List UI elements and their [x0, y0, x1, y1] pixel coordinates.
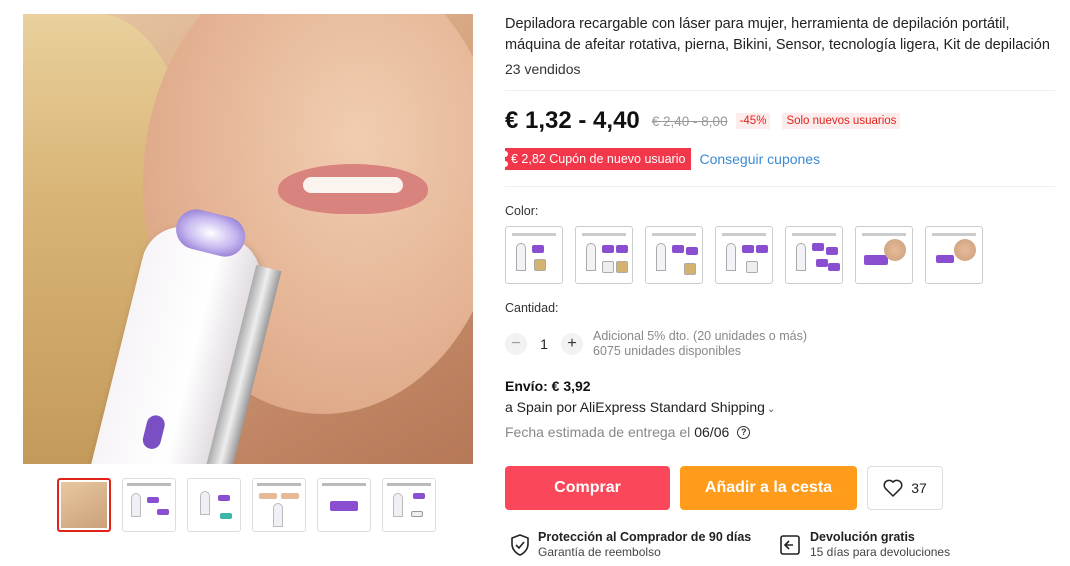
original-price: € 2,40 - 8,00	[651, 113, 728, 129]
chevron-down-icon: ⌄	[766, 404, 776, 415]
thumbnail-2[interactable]	[122, 478, 176, 532]
delivery-date: 06/06	[694, 424, 730, 440]
divider	[505, 90, 1055, 91]
price-row: € 1,32 - 4,40 € 2,40 - 8,00 -45% Solo nu…	[505, 107, 901, 135]
free-returns: Devolución gratis 15 días para devolucio…	[778, 530, 950, 560]
color-option-6[interactable]	[855, 226, 913, 284]
color-option-2[interactable]	[575, 226, 633, 284]
shipping-method-selector[interactable]: a Spain por AliExpress Standard Shipping…	[505, 399, 775, 415]
get-coupons-link[interactable]: Conseguir cupones	[699, 151, 820, 167]
thumbnail-strip	[57, 478, 436, 532]
product-main-image[interactable]	[23, 14, 473, 464]
buy-now-button[interactable]: Comprar	[505, 466, 670, 510]
shipping-cost: Envío: € 3,92	[505, 378, 591, 394]
sold-count: 23 vendidos	[505, 61, 581, 77]
epilator-button	[140, 413, 167, 451]
return-icon	[780, 535, 800, 555]
stock-text: 6075 unidades disponibles	[593, 344, 742, 358]
quantity-input[interactable]: 1	[527, 336, 561, 352]
bulk-discount-text: Adicional 5% dto. (20 unidades o más)	[593, 329, 808, 343]
color-label: Color:	[505, 204, 539, 218]
color-option-4[interactable]	[715, 226, 773, 284]
return-subtitle: 15 días para devoluciones	[810, 545, 951, 559]
delivery-estimate: Fecha estimada de entrega el 06/06 ?	[505, 424, 751, 440]
thumbnail-1[interactable]	[57, 478, 111, 532]
buyer-protection: Protección al Comprador de 90 días Garan…	[510, 530, 751, 560]
thumbnail-5[interactable]	[317, 478, 371, 532]
quantity-label: Cantidad:	[505, 301, 559, 315]
shield-check-icon	[511, 534, 529, 556]
thumbnail-4[interactable]	[252, 478, 306, 532]
protection-title: Protección al Comprador de 90 días	[538, 530, 752, 544]
return-title: Devolución gratis	[810, 530, 915, 544]
product-title: Depiladora recargable con láser para muj…	[505, 16, 1050, 53]
coupon-badge[interactable]: € 2,82 Cupón de nuevo usuario	[501, 148, 692, 170]
protection-subtitle: Garantía de reembolso	[538, 545, 661, 559]
coupon-row: € 2,82 Cupón de nuevo usuario Conseguir …	[501, 148, 820, 170]
color-option-1[interactable]	[505, 226, 563, 284]
color-option-3[interactable]	[645, 226, 703, 284]
add-to-cart-button[interactable]: Añadir a la cesta	[680, 466, 857, 510]
quantity-info: Adicional 5% dto. (20 unidades o más) 60…	[593, 329, 807, 359]
color-option-7[interactable]	[925, 226, 983, 284]
quantity-stepper: − 1 + Adicional 5% dto. (20 unidades o m…	[505, 329, 807, 359]
delivery-label: Fecha estimada de entrega el	[505, 424, 691, 440]
divider	[505, 186, 1055, 187]
thumbnail-6[interactable]	[382, 478, 436, 532]
heart-icon	[883, 479, 903, 497]
color-option-5[interactable]	[785, 226, 843, 284]
teeth-area	[303, 177, 403, 193]
color-swatches	[505, 226, 983, 284]
new-users-badge: Solo nuevos usuarios	[782, 113, 901, 129]
current-price: € 1,32 - 4,40	[505, 107, 640, 134]
help-icon[interactable]: ?	[737, 425, 751, 439]
wishlist-button[interactable]: 37	[867, 466, 943, 510]
discount-badge: -45%	[735, 113, 771, 129]
quantity-decrease-button[interactable]: −	[505, 333, 527, 355]
wishlist-count: 37	[911, 480, 927, 496]
thumbnail-3[interactable]	[187, 478, 241, 532]
shipping-method-text: a Spain por AliExpress Standard Shipping	[505, 399, 765, 415]
quantity-increase-button[interactable]: +	[561, 333, 583, 355]
